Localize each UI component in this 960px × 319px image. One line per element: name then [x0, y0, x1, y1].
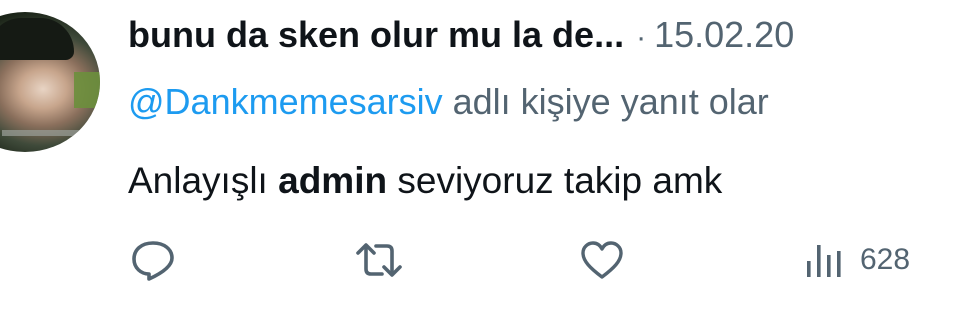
- tweet-text-end: seviyoruz takip amk: [387, 160, 723, 201]
- avatar-cap-shape: [0, 18, 74, 60]
- retweet-icon: [354, 239, 404, 281]
- author-name[interactable]: bunu da sken olur mu la de...: [128, 14, 624, 55]
- tweet-date[interactable]: 15.02.20: [654, 14, 794, 55]
- tweet-text-start: Anlayışlı: [128, 160, 279, 201]
- like-button[interactable]: [578, 234, 626, 286]
- header-separator: ·: [636, 21, 647, 54]
- reply-mention-link[interactable]: @Dankmemesarsiv: [128, 81, 443, 122]
- tweet: bunu da sken olur mu la de... · 15.02.20 @…: [0, 0, 960, 319]
- avatar-background-shape: [74, 72, 100, 108]
- reply-icon: [130, 239, 176, 281]
- heart-icon: [578, 239, 626, 281]
- action-bar: 628: [0, 234, 960, 286]
- reply-button[interactable]: [130, 234, 176, 286]
- reply-context: @Dankmemesarsiv adlı kişiye yanıt olar: [128, 77, 769, 127]
- views-button[interactable]: 628: [802, 234, 910, 286]
- reply-context-text: adlı kişiye yanıt olar: [442, 81, 769, 122]
- tweet-text-bold: admin: [278, 160, 388, 201]
- tweet-text: Anlayışlı admin seviyoruz takip amk: [128, 155, 722, 207]
- tweet-header: bunu da sken olur mu la de... · 15.02.20: [128, 10, 794, 63]
- views-chart-icon: [802, 239, 846, 281]
- avatar-caption-shape: [2, 130, 82, 136]
- views-count: 628: [860, 243, 911, 276]
- avatar[interactable]: [0, 12, 100, 152]
- retweet-button[interactable]: [354, 234, 404, 286]
